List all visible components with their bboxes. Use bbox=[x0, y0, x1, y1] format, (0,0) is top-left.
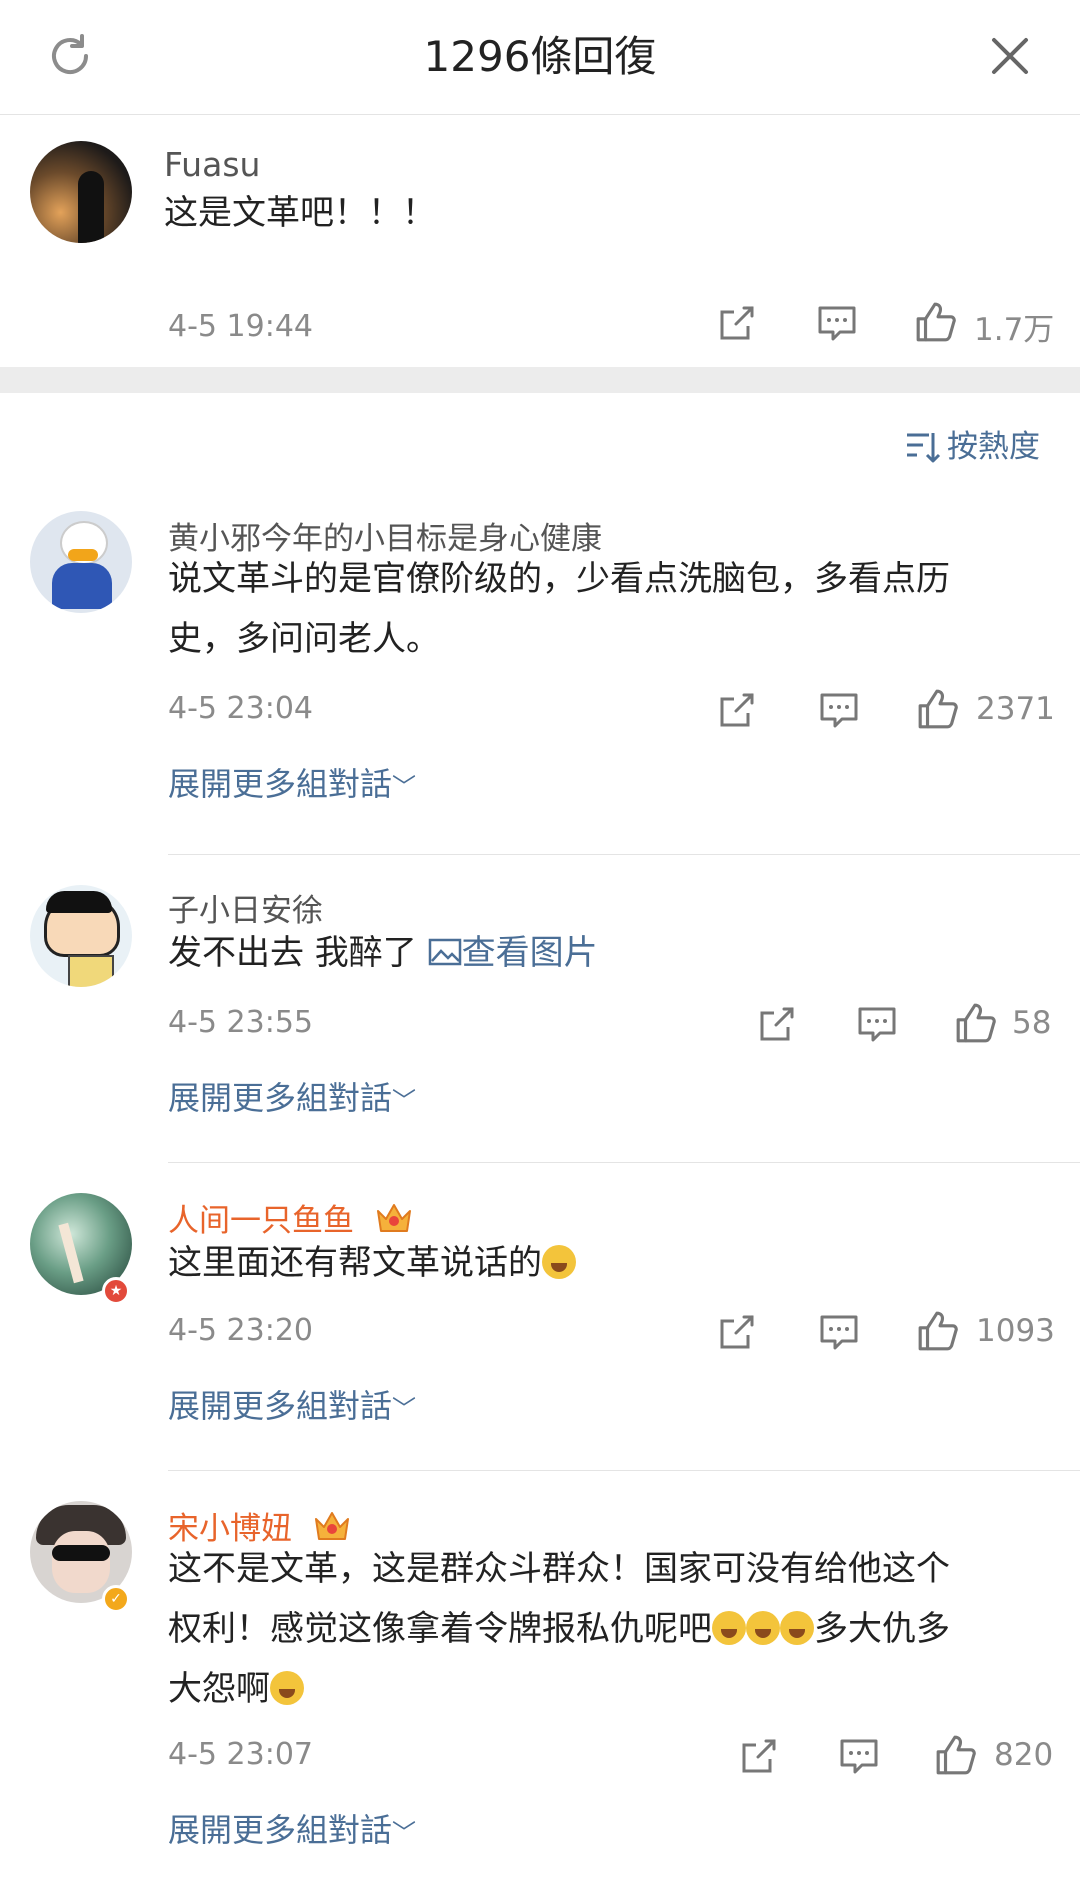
comment-text-body: 大怨啊 bbox=[168, 1669, 270, 1709]
post-text: 这是文革吧！！！ bbox=[164, 193, 436, 233]
surprised-emoji bbox=[542, 1245, 576, 1279]
comment-text-body: 多大仇多 bbox=[814, 1609, 950, 1649]
expand-conversation-link[interactable]: 展開更多組對話﹀ bbox=[168, 759, 416, 805]
comment-text: 大怨啊 bbox=[168, 1659, 304, 1719]
comment-item: 子小日安徐 发不出去 我醉了 查看图片 4-5 23:55 58 展開更多組對話… bbox=[0, 855, 1080, 1163]
sort-bar: 按熱度 bbox=[0, 393, 1080, 487]
like-icon[interactable] bbox=[916, 1309, 960, 1353]
comment-text: 这不是文革，这是群众斗群众！国家可没有给他这个 bbox=[168, 1549, 950, 1589]
expand-conversation-link[interactable]: 展開更多組對話﹀ bbox=[168, 1805, 416, 1851]
post-time: 4-5 19:44 bbox=[168, 309, 313, 344]
comment-text: 这里面还有帮文革说话的 bbox=[168, 1233, 576, 1293]
comment-text: 发不出去 我醉了 查看图片 bbox=[168, 923, 598, 983]
comment-icon[interactable] bbox=[818, 689, 860, 731]
laugh-cry-emoji bbox=[746, 1611, 780, 1645]
comment-time: 4-5 23:20 bbox=[168, 1313, 313, 1348]
avatar[interactable] bbox=[30, 511, 132, 613]
sort-label: 按熱度 bbox=[947, 429, 1040, 465]
section-divider bbox=[0, 367, 1080, 393]
avatar[interactable] bbox=[30, 885, 132, 987]
comment-text: 史，多问问老人。 bbox=[168, 619, 440, 659]
avatar[interactable] bbox=[30, 141, 132, 243]
chevron-down-icon: ﹀ bbox=[392, 1395, 417, 1423]
like-count: 58 bbox=[1012, 1005, 1052, 1041]
view-image-link[interactable]: 查看图片 bbox=[428, 933, 598, 973]
share-icon[interactable] bbox=[716, 1311, 758, 1353]
laugh-cry-emoji bbox=[780, 1611, 814, 1645]
expand-label: 展開更多組對話 bbox=[168, 1079, 393, 1117]
comment-item: 黄小邪今年的小目标是身心健康 说文革斗的是官僚阶级的，少看点洗脑包，多看点历 史… bbox=[0, 487, 1080, 855]
comment-icon[interactable] bbox=[816, 302, 858, 344]
like-count: 1.7万 bbox=[974, 312, 1055, 348]
verified-badge: ★ bbox=[102, 1277, 130, 1305]
chevron-down-icon: ﹀ bbox=[392, 1087, 417, 1115]
share-icon[interactable] bbox=[716, 302, 758, 344]
comment-text-body: 发不出去 我醉了 bbox=[168, 933, 417, 973]
image-icon bbox=[428, 938, 461, 966]
like-icon[interactable] bbox=[914, 300, 958, 344]
comment-item: ✓ 宋小博妞 这不是文革，这是群众斗群众！国家可没有给他这个 权利！感觉这像拿着… bbox=[0, 1471, 1080, 1871]
chevron-down-icon: ﹀ bbox=[392, 1819, 417, 1847]
comment-icon[interactable] bbox=[838, 1735, 880, 1777]
verified-badge: ✓ bbox=[102, 1585, 130, 1613]
expand-label: 展開更多組對話 bbox=[168, 1811, 393, 1849]
laugh-cry-emoji bbox=[712, 1611, 746, 1645]
crown-icon bbox=[376, 1204, 411, 1232]
like-icon[interactable] bbox=[916, 687, 960, 731]
comment-text: 说文革斗的是官僚阶级的，少看点洗脑包，多看点历 bbox=[168, 559, 950, 599]
like-icon[interactable] bbox=[934, 1733, 978, 1777]
share-icon[interactable] bbox=[756, 1003, 798, 1045]
view-image-label: 查看图片 bbox=[461, 933, 598, 973]
sort-icon bbox=[907, 433, 941, 463]
comment-time: 4-5 23:55 bbox=[168, 1005, 313, 1040]
comment-text-body: 这里面还有帮文革说话的 bbox=[168, 1243, 542, 1283]
sort-button[interactable]: 按熱度 bbox=[905, 421, 1040, 466]
comments-header: 1296條回復 bbox=[0, 0, 1080, 115]
crown-icon bbox=[314, 1512, 349, 1540]
username[interactable]: Fuasu bbox=[164, 145, 260, 184]
expand-conversation-link[interactable]: 展開更多組對話﹀ bbox=[168, 1073, 416, 1119]
expand-label: 展開更多組對話 bbox=[168, 1387, 393, 1425]
comment-time: 4-5 23:04 bbox=[168, 691, 313, 726]
chevron-down-icon: ﹀ bbox=[392, 773, 417, 801]
laugh-cry-emoji bbox=[270, 1671, 304, 1705]
comment-item: ★ 人间一只鱼鱼 这里面还有帮文革说话的 4-5 23:20 1093 展開更多… bbox=[0, 1163, 1080, 1471]
share-icon[interactable] bbox=[716, 689, 758, 731]
comment-time: 4-5 23:07 bbox=[168, 1737, 313, 1772]
like-count: 2371 bbox=[976, 691, 1055, 727]
close-icon[interactable] bbox=[984, 30, 1036, 82]
like-icon[interactable] bbox=[954, 1001, 998, 1045]
comment-icon[interactable] bbox=[818, 1311, 860, 1353]
share-icon[interactable] bbox=[738, 1735, 780, 1777]
like-count: 820 bbox=[994, 1737, 1054, 1773]
comment-text-body: 权利！感觉这像拿着令牌报私仇呢吧 bbox=[168, 1609, 712, 1649]
expand-label: 展開更多組對話 bbox=[168, 765, 393, 803]
comment-icon[interactable] bbox=[856, 1003, 898, 1045]
page-title: 1296條回復 bbox=[423, 32, 657, 81]
expand-conversation-link[interactable]: 展開更多組對話﹀ bbox=[168, 1381, 416, 1427]
comment-text: 权利！感觉这像拿着令牌报私仇呢吧 多大仇多 bbox=[168, 1599, 950, 1659]
like-count: 1093 bbox=[976, 1313, 1055, 1349]
